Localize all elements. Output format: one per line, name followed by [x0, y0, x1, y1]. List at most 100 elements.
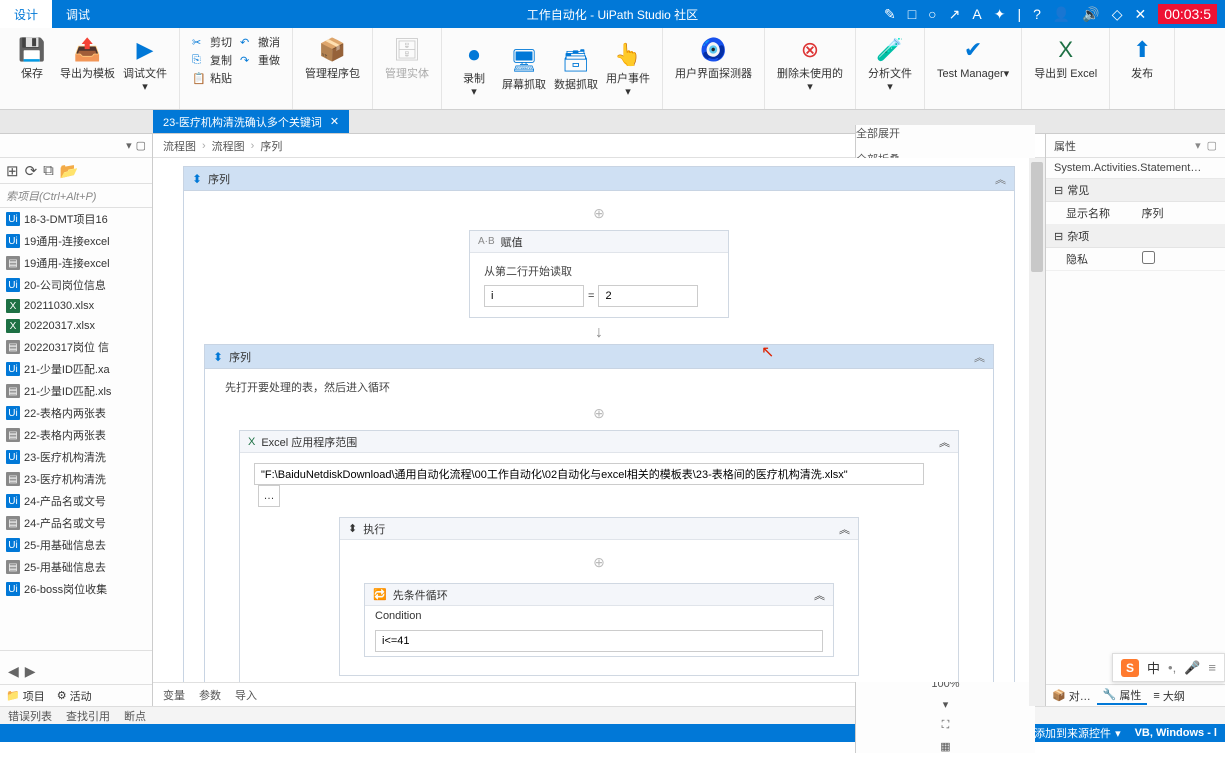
export-template-button[interactable]: 📤导出为模板 [56, 32, 119, 96]
chevron-down-icon[interactable]: ▾ [1195, 139, 1201, 152]
condition-input[interactable] [375, 630, 823, 652]
ime-mic-icon[interactable]: 🎤 [1184, 660, 1200, 676]
vertical-scrollbar[interactable] [1029, 158, 1045, 706]
arrow-icon[interactable]: ↗ [949, 6, 961, 23]
project-file-item[interactable]: Ui23-医疗机构清洗 [0, 446, 152, 468]
paste-button[interactable]: 📋粘贴 [192, 70, 232, 86]
tab-variables[interactable]: 变量 [163, 687, 185, 703]
text-icon[interactable]: A [972, 6, 981, 22]
excel-path-input[interactable] [254, 463, 924, 485]
crumb-2[interactable]: 流程图 [212, 138, 245, 154]
tab-activities[interactable]: ⚙ 活动 [51, 688, 98, 704]
scrollbar-thumb[interactable] [1031, 162, 1043, 272]
help-icon[interactable]: ? [1033, 6, 1041, 22]
undo-button[interactable]: ↶撤消 [240, 34, 280, 50]
display-name-value[interactable]: 序列 [1142, 205, 1218, 221]
tab-breakpoints[interactable]: 断点 [124, 708, 146, 724]
project-file-item[interactable]: Ui22-表格内两张表 [0, 402, 152, 424]
tab-design[interactable]: 设计 [0, 0, 52, 28]
collapse-icon[interactable]: ︽ [974, 349, 985, 365]
export-excel-button[interactable]: X导出到 Excel [1030, 32, 1101, 83]
project-file-item[interactable]: Ui20-公司岗位信息 [0, 274, 152, 296]
expand-all-icon[interactable]: ⊞ [6, 162, 19, 180]
tab-error-list[interactable]: 错误列表 [8, 708, 52, 724]
user-events-button[interactable]: 👆用户事件▾ [602, 37, 654, 101]
collapse-icon[interactable]: ︽ [814, 587, 825, 603]
project-search[interactable]: 索项目(Ctrl+Alt+P) [0, 184, 152, 208]
redo-button[interactable]: ↷重做 [240, 52, 280, 68]
tab-imports[interactable]: 导入 [235, 687, 257, 703]
ime-language[interactable]: 中 [1147, 658, 1160, 677]
open-folder-icon[interactable]: 📂 [60, 162, 79, 180]
project-file-item[interactable]: ▤22-表格内两张表 [0, 424, 152, 446]
add-activity-button[interactable]: ⊕ [225, 401, 973, 426]
tab-arguments[interactable]: 参数 [199, 687, 221, 703]
nav-right-icon[interactable]: ▶ [23, 661, 38, 682]
tab-properties[interactable]: 🔧 属性 [1097, 687, 1148, 705]
tab-outline[interactable]: ≡ 大纲 [1147, 688, 1190, 704]
refresh-icon[interactable]: ⟳ [25, 162, 38, 180]
add-to-source-control[interactable]: ✚ 添加到来源控件 ▾ [1021, 725, 1121, 741]
copy-button[interactable]: ⎘复制 [192, 52, 232, 68]
sequence-top[interactable]: ⬍序列︽ ⊕ A·B赋值 从第二行开始读取 = [183, 166, 1015, 682]
group-common[interactable]: ⊟ 常见 [1046, 179, 1225, 202]
privacy-checkbox[interactable] [1142, 251, 1155, 264]
project-file-item[interactable]: ▤24-产品名或文号 [0, 512, 152, 534]
excel-scope-activity[interactable]: XExcel 应用程序范围︽ … ⬍执行︽ ⊕ 🔁先条件循环︽ [239, 430, 959, 682]
pin-icon[interactable]: ▢ [136, 139, 146, 152]
screen-scrape-button[interactable]: 🖥屏幕抓取 [498, 43, 550, 94]
close-tab-icon[interactable]: ✕ [330, 115, 339, 128]
sound-icon[interactable]: 🔊 [1082, 6, 1099, 23]
square-icon[interactable]: □ [908, 6, 916, 22]
diamond-icon[interactable]: ◇ [1112, 6, 1123, 23]
manage-packages-button[interactable]: 📦管理程序包 [301, 32, 364, 83]
assign-value-input[interactable] [598, 285, 698, 307]
ime-menu-icon[interactable]: ≡ [1208, 660, 1216, 675]
tab-object[interactable]: 📦 对… [1046, 688, 1097, 704]
overview-icon[interactable]: ▦ [940, 740, 950, 753]
data-scrape-button[interactable]: 🗃数据抓取 [550, 43, 602, 94]
project-file-item[interactable]: X20211030.xlsx [0, 296, 152, 316]
sequence-inner[interactable]: ⬍序列︽ 先打开要处理的表，然后进入循环 ⊕ XExcel 应用程序范围︽ … … [204, 344, 994, 682]
close-icon[interactable]: ✕ [1135, 6, 1147, 23]
project-file-item[interactable]: Ui21-少量ID匹配.xa [0, 358, 152, 380]
collapse-icon[interactable]: ︽ [995, 171, 1006, 187]
project-file-item[interactable]: Ui24-产品名或文号 [0, 490, 152, 512]
project-file-item[interactable]: ▤20220317岗位 信 [0, 336, 152, 358]
project-file-item[interactable]: Ui19通用-连接excel [0, 230, 152, 252]
pin-icon[interactable]: ▢ [1207, 139, 1217, 152]
group-misc[interactable]: ⊟ 杂项 [1046, 225, 1225, 248]
tab-project[interactable]: 📁 项目 [0, 688, 51, 704]
cut-button[interactable]: ✂剪切 [192, 34, 232, 50]
record-button[interactable]: ⏺录制▾ [450, 37, 498, 101]
project-file-item[interactable]: ▤23-医疗机构清洗 [0, 468, 152, 490]
circle-icon[interactable]: ○ [928, 6, 936, 22]
fit-screen-icon[interactable]: ⛶ [942, 719, 950, 732]
chevron-down-icon[interactable]: ▾ [126, 139, 132, 152]
project-file-item[interactable]: Ui26-boss岗位收集 [0, 578, 152, 600]
crumb-3[interactable]: 序列 [260, 138, 282, 154]
wand-icon[interactable]: ✦ [994, 6, 1006, 23]
browse-button[interactable]: … [258, 485, 280, 507]
designer-canvas[interactable]: ⬍序列︽ ⊕ A·B赋值 从第二行开始读取 = [153, 158, 1045, 682]
while-activity[interactable]: 🔁先条件循环︽ Condition [364, 583, 834, 657]
tab-find-references[interactable]: 查找引用 [66, 708, 110, 724]
user-icon[interactable]: 👤 [1053, 6, 1070, 23]
add-activity-button[interactable]: ⊕ [354, 550, 844, 575]
remove-unused-button[interactable]: ⊗删除未使用的▾ [773, 32, 847, 96]
document-tab[interactable]: 23-医疗机构清洗确认多个关键词 ✕ [153, 110, 349, 133]
publish-button[interactable]: ⬆发布 [1118, 32, 1166, 83]
nav-left-icon[interactable]: ◀ [6, 661, 21, 682]
ime-mode-icon[interactable]: •, [1168, 660, 1176, 675]
copy-icon[interactable]: ⧉ [43, 162, 54, 179]
project-file-item[interactable]: Ui25-用基础信息去 [0, 534, 152, 556]
edit-icon[interactable]: ✎ [884, 6, 896, 23]
do-sequence[interactable]: ⬍执行︽ ⊕ 🔁先条件循环︽ Condition [339, 517, 859, 676]
collapse-icon[interactable]: ︽ [939, 434, 950, 450]
save-button[interactable]: 💾保存 [8, 32, 56, 96]
collapse-icon[interactable]: ︽ [839, 521, 850, 537]
project-file-item[interactable]: ▤21-少量ID匹配.xls [0, 380, 152, 402]
crumb-1[interactable]: 流程图 [163, 138, 196, 154]
project-file-item[interactable]: ▤19通用-连接excel [0, 252, 152, 274]
debug-file-button[interactable]: ▶调试文件▾ [119, 32, 171, 96]
